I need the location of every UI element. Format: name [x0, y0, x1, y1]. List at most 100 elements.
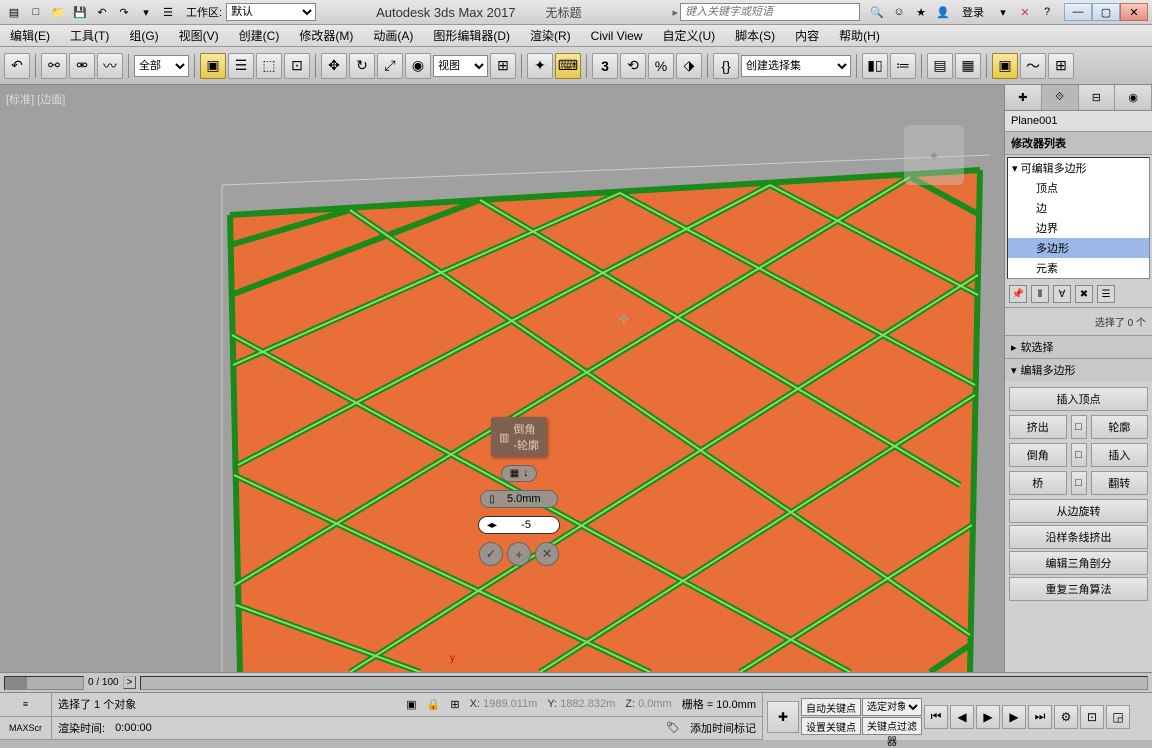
stack-edge[interactable]: 边 — [1008, 198, 1149, 218]
viewport-nav2-icon[interactable]: ◲ — [1106, 705, 1130, 729]
redo-icon[interactable]: ↷ — [114, 3, 134, 21]
select-name-icon[interactable]: ☰ — [228, 53, 254, 79]
mirror-icon[interactable]: ▮▯ — [862, 53, 888, 79]
spinner-snap-icon[interactable]: ⬗ — [676, 53, 702, 79]
next-frame-icon[interactable]: ▶ — [1002, 705, 1026, 729]
ribbon-icon[interactable]: ▣ — [992, 53, 1018, 79]
prev-frame-icon[interactable]: ◀ — [950, 705, 974, 729]
goto-start-icon[interactable]: ⏮ — [924, 705, 948, 729]
project-icon[interactable]: ☰ — [158, 3, 178, 21]
flip-button[interactable]: 翻转 — [1091, 471, 1149, 495]
time-config-icon[interactable]: ⚙ — [1054, 705, 1078, 729]
close-button[interactable]: ✕ — [1120, 3, 1148, 21]
open-icon[interactable]: 📁 — [48, 3, 68, 21]
lock-icon[interactable]: 🔒 — [427, 698, 441, 711]
login-link[interactable]: 登录 — [962, 4, 984, 20]
snap-toggle-icon[interactable]: 3 — [592, 53, 618, 79]
menu-civil[interactable]: Civil View — [585, 27, 649, 45]
find-icon[interactable]: 🔍 — [868, 3, 886, 21]
track-bar[interactable] — [140, 676, 1148, 690]
minimize-button[interactable]: — — [1064, 3, 1092, 21]
curve-editor-icon[interactable]: 〜 — [1020, 53, 1046, 79]
modifier-stack[interactable]: ▾ 可编辑多边形 顶点 边 边界 多边形 元素 — [1007, 157, 1150, 279]
community-icon[interactable]: ☺ — [890, 3, 908, 21]
menu-create[interactable]: 创建(C) — [233, 25, 286, 46]
pin-icon[interactable]: 📌 — [1009, 285, 1027, 303]
menu-group[interactable]: 组(G) — [123, 25, 164, 46]
slider-next-icon[interactable]: > — [123, 676, 137, 689]
extrude-settings-button[interactable]: □ — [1071, 415, 1087, 439]
key-target-select[interactable]: 选定对象 — [862, 698, 922, 716]
add-marker-label[interactable]: 添加时间标记 — [690, 720, 756, 736]
edit-named-sel-icon[interactable]: {} — [713, 53, 739, 79]
unique-icon[interactable]: ∀ — [1053, 285, 1071, 303]
stack-element[interactable]: 元素 — [1008, 258, 1149, 278]
save-icon[interactable]: 💾 — [70, 3, 90, 21]
outline-button[interactable]: 轮廓 — [1091, 415, 1149, 439]
object-name[interactable]: Plane001 — [1005, 111, 1152, 132]
stack-polygon[interactable]: 多边形 — [1008, 238, 1149, 258]
scene-explorer-icon[interactable]: ▦ — [955, 53, 981, 79]
menu-content[interactable]: 内容 — [789, 25, 825, 46]
move-icon[interactable]: ✥ — [321, 53, 347, 79]
viewcube[interactable]: ◈ — [904, 125, 964, 185]
undo-icon[interactable]: ↶ — [92, 3, 112, 21]
rotate-icon[interactable]: ↻ — [349, 53, 375, 79]
time-tag-icon[interactable]: 🏷 — [666, 721, 680, 734]
autokey-button[interactable]: 自动关键点 — [801, 698, 861, 716]
tab-modify[interactable]: ⟐ — [1042, 85, 1079, 110]
help-icon[interactable]: ? — [1038, 3, 1056, 21]
dropdown-icon[interactable]: ▾ — [994, 3, 1012, 21]
user-icon[interactable]: 👤 — [934, 3, 952, 21]
viewport-label[interactable]: [标准] [边面] — [6, 91, 65, 107]
extrude-button[interactable]: 挤出 — [1009, 415, 1067, 439]
menu-tools[interactable]: 工具(T) — [64, 25, 115, 46]
caddy-apply-button[interactable]: + — [507, 542, 531, 566]
caddy-cancel-button[interactable]: ✕ — [535, 542, 559, 566]
bind-space-icon[interactable]: 〰 — [97, 53, 123, 79]
script-mini-icon[interactable]: ≡ — [0, 693, 51, 717]
select-object-icon[interactable]: ▣ — [200, 53, 226, 79]
link-tool-icon[interactable]: ⚯ — [41, 53, 67, 79]
bridge-settings-button[interactable]: □ — [1071, 471, 1087, 495]
maximize-button[interactable]: ▢ — [1092, 3, 1120, 21]
coord-display-icon[interactable]: ⊞ — [450, 698, 459, 711]
timeline[interactable]: 0 / 100 > — [0, 672, 1152, 692]
star-icon[interactable]: ★ — [912, 3, 930, 21]
close-panel-icon[interactable]: ✕ — [1016, 3, 1034, 21]
viewport[interactable]: [标准] [边面] — [0, 85, 1004, 672]
menu-custom[interactable]: 自定义(U) — [656, 25, 721, 46]
workspace-select[interactable]: 默认 — [226, 3, 316, 21]
modifier-list-label[interactable]: 修改器列表 — [1005, 132, 1152, 155]
percent-snap-icon[interactable]: % — [648, 53, 674, 79]
tab-create[interactable]: ✚ — [1005, 85, 1042, 110]
rollout-edit-poly[interactable]: ▾编辑多边形 — [1005, 359, 1152, 381]
stack-root[interactable]: ▾ 可编辑多边形 — [1008, 158, 1149, 178]
caddy-type-toggle[interactable]: ▦ ↓ — [501, 465, 537, 482]
rollout-soft-select[interactable]: ▸软选择 — [1005, 336, 1152, 358]
ref-coord[interactable]: 视图 — [433, 55, 488, 77]
menu-anim[interactable]: 动画(A) — [367, 25, 419, 46]
show-end-icon[interactable]: Ⅱ — [1031, 285, 1049, 303]
goto-end-icon[interactable]: ⏭ — [1028, 705, 1052, 729]
set-key-large-icon[interactable]: ✚ — [767, 701, 799, 733]
bevel-button[interactable]: 倒角 — [1009, 443, 1067, 467]
caddy-outline-input[interactable]: ◂▸ — [478, 516, 560, 534]
menu-help[interactable]: 帮助(H) — [833, 25, 886, 46]
layer-icon[interactable]: ▤ — [927, 53, 953, 79]
spin-edge-button[interactable]: 从边旋转 — [1009, 499, 1148, 523]
insert-button[interactable]: 插入 — [1091, 443, 1149, 467]
selection-filter[interactable]: 全部 — [134, 55, 189, 77]
undo-tool-icon[interactable]: ↶ — [4, 53, 30, 79]
tab-hierarchy[interactable]: ⊟ — [1079, 85, 1116, 110]
align-icon[interactable]: ≔ — [890, 53, 916, 79]
new-icon[interactable]: □ — [26, 3, 46, 21]
config-icon[interactable]: ☰ — [1097, 285, 1115, 303]
remove-icon[interactable]: ✖ — [1075, 285, 1093, 303]
link-icon[interactable]: ▾ — [136, 3, 156, 21]
viewport-nav1-icon[interactable]: ⊡ — [1080, 705, 1104, 729]
schematic-icon[interactable]: ⊞ — [1048, 53, 1074, 79]
caddy-ok-button[interactable]: ✓ — [479, 542, 503, 566]
caddy-handle-icon[interactable]: ▥ — [499, 431, 509, 444]
select-region-icon[interactable]: ⬚ — [256, 53, 282, 79]
